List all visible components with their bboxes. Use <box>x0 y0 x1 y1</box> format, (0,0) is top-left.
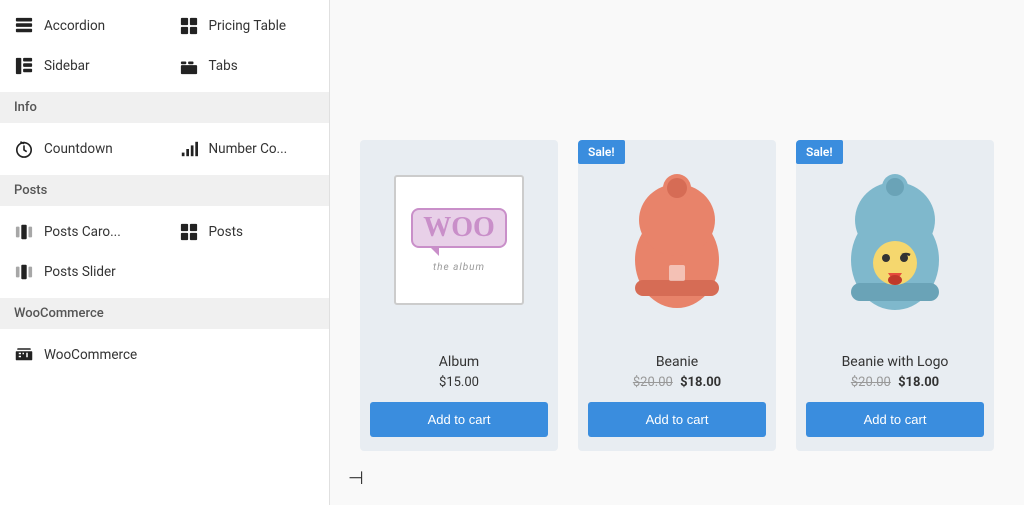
beanie-logo-price: $20.00 $18.00 <box>806 375 984 390</box>
sidebar-item-countdown-label: Countdown <box>44 141 113 157</box>
album-info: Album $15.00 <box>360 340 558 402</box>
product-card-album: WOO the album Album $15.00 Add to cart <box>360 140 558 451</box>
countdown-icon <box>14 139 34 159</box>
sidebar-item-posts-carousel[interactable]: Posts Caro... <box>0 212 165 252</box>
woocommerce-icon <box>14 345 34 365</box>
product-image-beanie-logo: Sale! <box>796 140 994 340</box>
tabs-icon <box>179 56 199 76</box>
album-woo-label: WOO <box>411 208 507 248</box>
sidebar-section-woocommerce: WooCommerce <box>0 329 329 381</box>
sidebar-section-posts: Posts Caro... Posts Posts Slider <box>0 206 329 298</box>
beanie-price: $20.00 $18.00 <box>588 375 766 390</box>
pagination-area: ⊣ <box>340 468 372 489</box>
sidebar-section-woocommerce-header: WooCommerce <box>0 298 329 329</box>
products-grid: WOO the album Album $15.00 Add to cart S… <box>360 140 994 451</box>
product-image-album: WOO the album <box>360 140 558 340</box>
sidebar-item-posts-carousel-label: Posts Caro... <box>44 224 121 240</box>
sidebar-item-number-counter-label: Number Co... <box>209 141 288 157</box>
beanie-logo-add-to-cart-button[interactable]: Add to cart <box>806 402 984 437</box>
beanie-orange-svg <box>622 170 732 310</box>
main-content: WOO the album Album $15.00 Add to cart S… <box>330 0 1024 505</box>
sidebar-section-posts-header: Posts <box>0 175 329 206</box>
sidebar-item-number-counter[interactable]: Number Co... <box>165 129 330 169</box>
sidebar-item-pricing-table[interactable]: Pricing Table <box>165 6 330 46</box>
beanie-blue-svg <box>840 165 950 315</box>
beanie-logo-name: Beanie with Logo <box>806 354 984 370</box>
sidebar-item-sidebar[interactable]: Sidebar <box>0 46 165 86</box>
sidebar-item-tabs[interactable]: Tabs <box>165 46 330 86</box>
sidebar-item-accordion-label: Accordion <box>44 18 105 34</box>
beanie-logo-sale-badge: Sale! <box>796 140 843 164</box>
album-subtitle: the album <box>433 262 485 273</box>
album-price: $15.00 <box>370 375 548 390</box>
posts-carousel-icon <box>14 222 34 242</box>
beanie-name: Beanie <box>588 354 766 370</box>
sidebar: Accordion Pricing Table Sidebar Tabs Inf… <box>0 0 330 505</box>
number-counter-icon <box>179 139 199 159</box>
sidebar-item-sidebar-label: Sidebar <box>44 58 90 74</box>
beanie-logo-info: Beanie with Logo $20.00 $18.00 <box>796 340 994 402</box>
sidebar-section-info-header: Info <box>0 92 329 123</box>
sidebar-item-posts-slider-label: Posts Slider <box>44 264 116 280</box>
sidebar-section-general: Accordion Pricing Table Sidebar Tabs <box>0 0 329 92</box>
album-add-to-cart-button[interactable]: Add to cart <box>370 402 548 437</box>
album-name: Album <box>370 354 548 370</box>
sidebar-item-pricing-table-label: Pricing Table <box>209 18 287 34</box>
first-page-button[interactable]: ⊣ <box>340 464 372 493</box>
album-artwork: WOO the album <box>394 175 524 305</box>
beanie-info: Beanie $20.00 $18.00 <box>578 340 776 402</box>
beanie-add-to-cart-button[interactable]: Add to cart <box>588 402 766 437</box>
sidebar-item-posts[interactable]: Posts <box>165 212 330 252</box>
beanie-logo-sale-price: $18.00 <box>898 375 939 390</box>
beanie-original-price: $20.00 <box>633 375 673 390</box>
sidebar-item-woocommerce[interactable]: WooCommerce <box>0 335 165 375</box>
posts-slider-icon <box>14 262 34 282</box>
sidebar-item-woocommerce-label: WooCommerce <box>44 347 137 363</box>
sidebar-section-info: Countdown Number Co... <box>0 123 329 175</box>
beanie-sale-price: $18.00 <box>680 375 721 390</box>
sidebar-item-accordion[interactable]: Accordion <box>0 6 165 46</box>
beanie-sale-badge: Sale! <box>578 140 625 164</box>
pricing-table-icon <box>179 16 199 36</box>
product-card-beanie: Sale! Beanie $20.00 <box>578 140 776 451</box>
sidebar-icon <box>14 56 34 76</box>
posts-icon <box>179 222 199 242</box>
sidebar-item-countdown[interactable]: Countdown <box>0 129 165 169</box>
sidebar-item-posts-label: Posts <box>209 224 243 240</box>
sidebar-item-tabs-label: Tabs <box>209 58 238 74</box>
product-card-beanie-logo: Sale! <box>796 140 994 451</box>
sidebar-item-posts-slider[interactable]: Posts Slider <box>0 252 165 292</box>
product-image-beanie: Sale! <box>578 140 776 340</box>
beanie-logo-original-price: $20.00 <box>851 375 891 390</box>
accordion-icon <box>14 16 34 36</box>
